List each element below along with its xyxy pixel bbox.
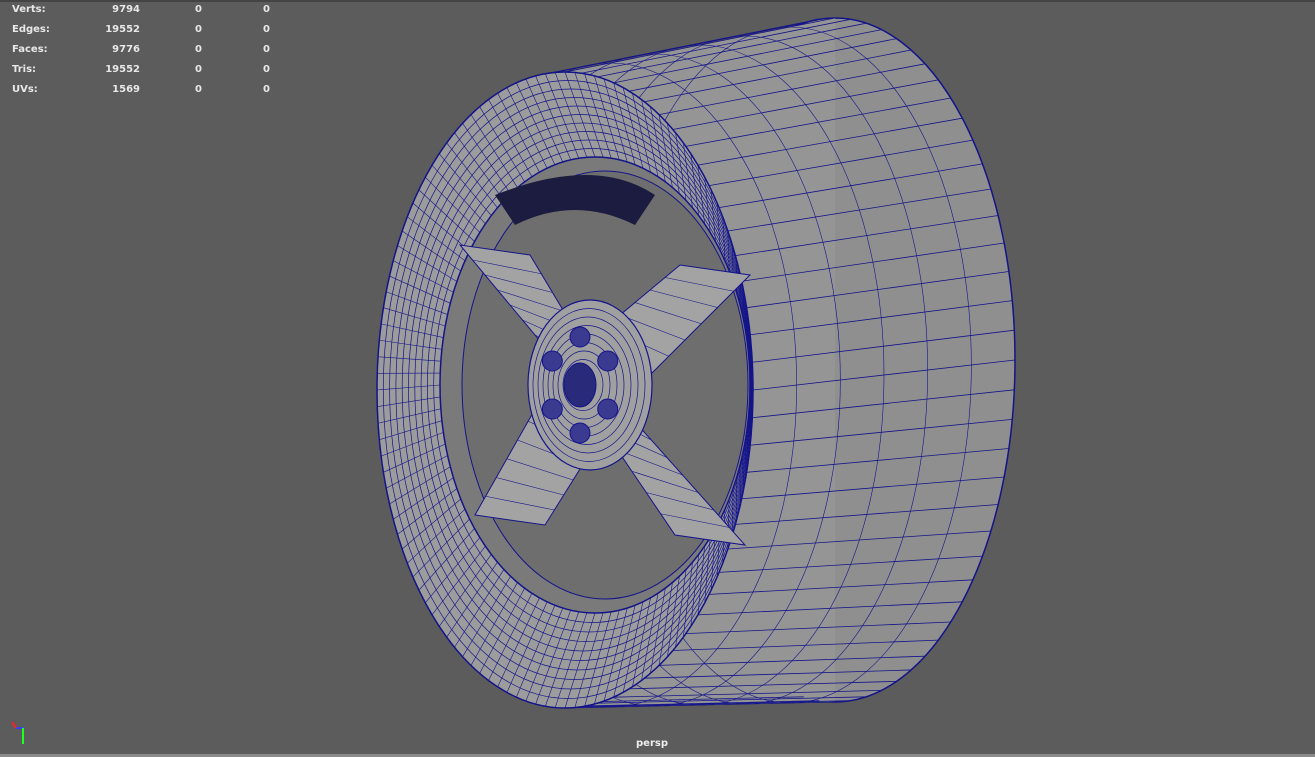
stat-label: UVs: — [12, 84, 38, 95]
stat-verts: Verts: 9794 0 0 — [12, 3, 272, 23]
stat-value: 1569 — [112, 84, 140, 95]
view-axis-gizmo-icon — [11, 721, 24, 744]
stat-value: 9776 — [112, 44, 140, 55]
stat-label: Tris: — [12, 64, 37, 75]
lug-nut — [569, 422, 591, 444]
hub-center-cap — [563, 362, 597, 408]
stat-label: Verts: — [12, 4, 46, 15]
stat-value: 0 — [263, 24, 270, 35]
stat-value: 19552 — [105, 64, 140, 75]
stat-value: 0 — [263, 64, 270, 75]
stat-value: 9794 — [112, 4, 140, 15]
stat-label: Faces: — [12, 44, 48, 55]
3d-viewport[interactable] — [0, 0, 1315, 757]
stat-value: 19552 — [105, 24, 140, 35]
wheel-wireframe-mesh — [376, 17, 1016, 709]
stat-value: 0 — [263, 4, 270, 15]
stat-value: 0 — [195, 64, 202, 75]
stat-value: 0 — [195, 24, 202, 35]
lug-nut — [597, 350, 619, 372]
stat-tris: Tris: 19552 0 0 — [12, 63, 272, 83]
lug-nut — [569, 326, 591, 348]
stat-value: 0 — [195, 44, 202, 55]
lug-nut — [541, 350, 563, 372]
stat-value: 0 — [195, 84, 202, 95]
stat-value: 0 — [263, 84, 270, 95]
stat-value: 0 — [195, 4, 202, 15]
heads-up-poly-count: Verts: 9794 0 0 Edges: 19552 0 0 Faces: 9776 0 0 … — [12, 3, 272, 103]
stat-label: Edges: — [12, 24, 50, 35]
stat-edges: Edges: 19552 0 0 — [12, 23, 272, 43]
lug-nut — [597, 398, 619, 420]
stat-value: 0 — [263, 44, 270, 55]
camera-name-label: persp — [636, 738, 668, 749]
lug-nut — [541, 398, 563, 420]
stat-faces: Faces: 9776 0 0 — [12, 43, 272, 63]
stat-uvs: UVs: 1569 0 0 — [12, 83, 272, 103]
